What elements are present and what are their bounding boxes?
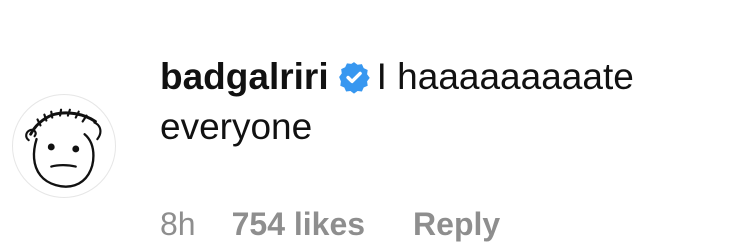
timestamp: 8h xyxy=(160,205,196,242)
verified-badge-icon xyxy=(337,60,371,94)
avatar[interactable] xyxy=(12,94,116,198)
comment-body: badgalriri I haaaaaaaaate everyone xyxy=(160,52,720,152)
stick-figure-face-icon xyxy=(25,108,102,188)
reply-button[interactable]: Reply xyxy=(413,206,500,243)
comment: badgalriri I haaaaaaaaate everyone 8h 754 … xyxy=(0,0,734,245)
comment-meta: 8h 754 likes Reply xyxy=(160,203,500,245)
comment-text-line: badgalriri I haaaaaaaaate everyone xyxy=(160,52,720,152)
likes-count[interactable]: 754 likes xyxy=(232,206,365,243)
username[interactable]: badgalriri xyxy=(160,56,329,97)
